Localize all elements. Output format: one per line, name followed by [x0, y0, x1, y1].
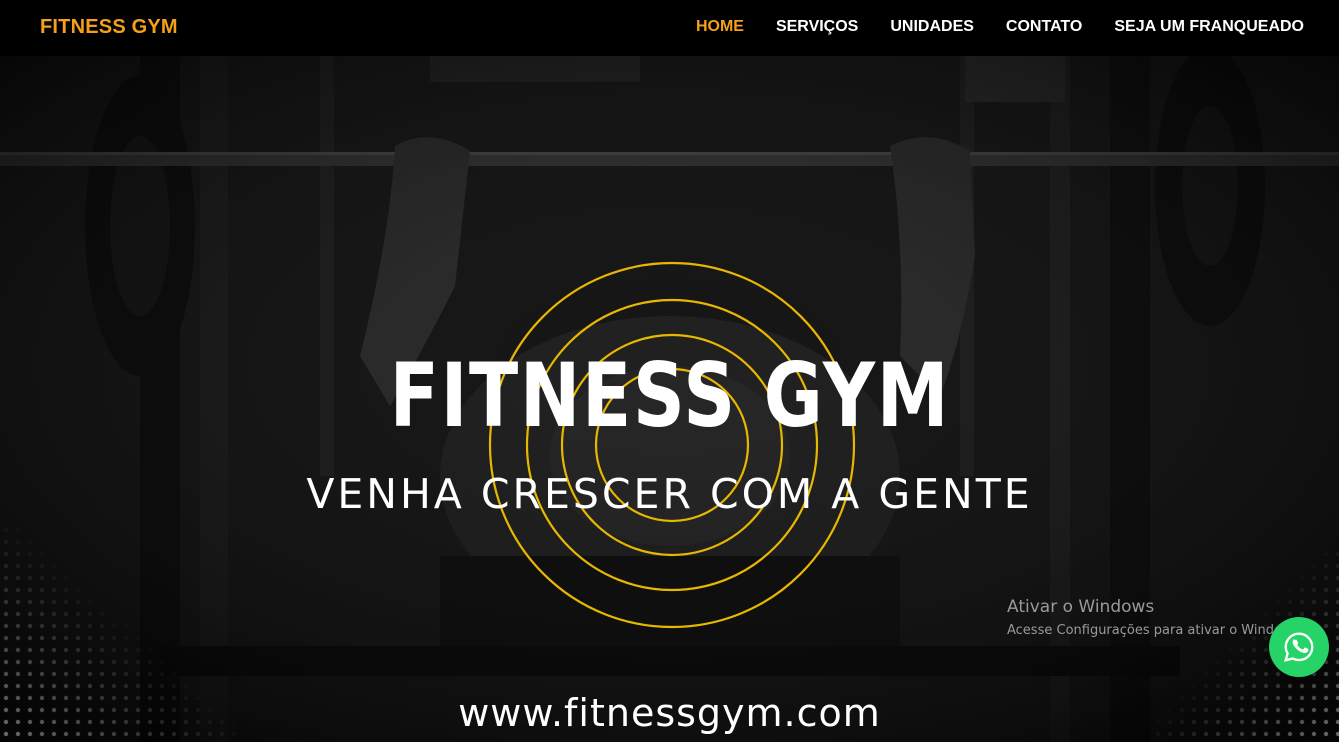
whatsapp-button[interactable]	[1269, 617, 1329, 677]
nav-servicos[interactable]: SERVIÇOS	[776, 18, 858, 36]
main-nav: HOME SERVIÇOS UNIDADES CONTATO SEJA UM F…	[696, 18, 1304, 36]
hero-subtitle: VENHA CRESCER COM A GENTE	[306, 470, 1033, 518]
nav-contato[interactable]: CONTATO	[1006, 18, 1082, 36]
nav-home[interactable]: HOME	[696, 18, 744, 36]
hero-banner: FITNESS GYM VENHA CRESCER COM A GENTE ww…	[0, 56, 1339, 742]
whatsapp-icon	[1284, 632, 1314, 662]
watermark-subtitle: Acesse Configurações para ativar o Windo…	[1007, 623, 1304, 638]
top-navbar: FITNESS GYM HOME SERVIÇOS UNIDADES CONTA…	[0, 0, 1339, 56]
hero-website: www.fitnessgym.com	[458, 691, 881, 735]
watermark-title: Ativar o Windows	[1007, 597, 1155, 617]
brand-logo-text[interactable]: FITNESS GYM	[40, 16, 178, 39]
windows-activation-watermark: Ativar o Windows Acesse Configurações pa…	[1007, 597, 1303, 638]
nav-unidades[interactable]: UNIDADES	[890, 18, 974, 36]
hero-title: FITNESS GYM	[389, 344, 951, 447]
nav-seja-um-franqueado[interactable]: SEJA UM FRANQUEADO	[1114, 18, 1304, 36]
